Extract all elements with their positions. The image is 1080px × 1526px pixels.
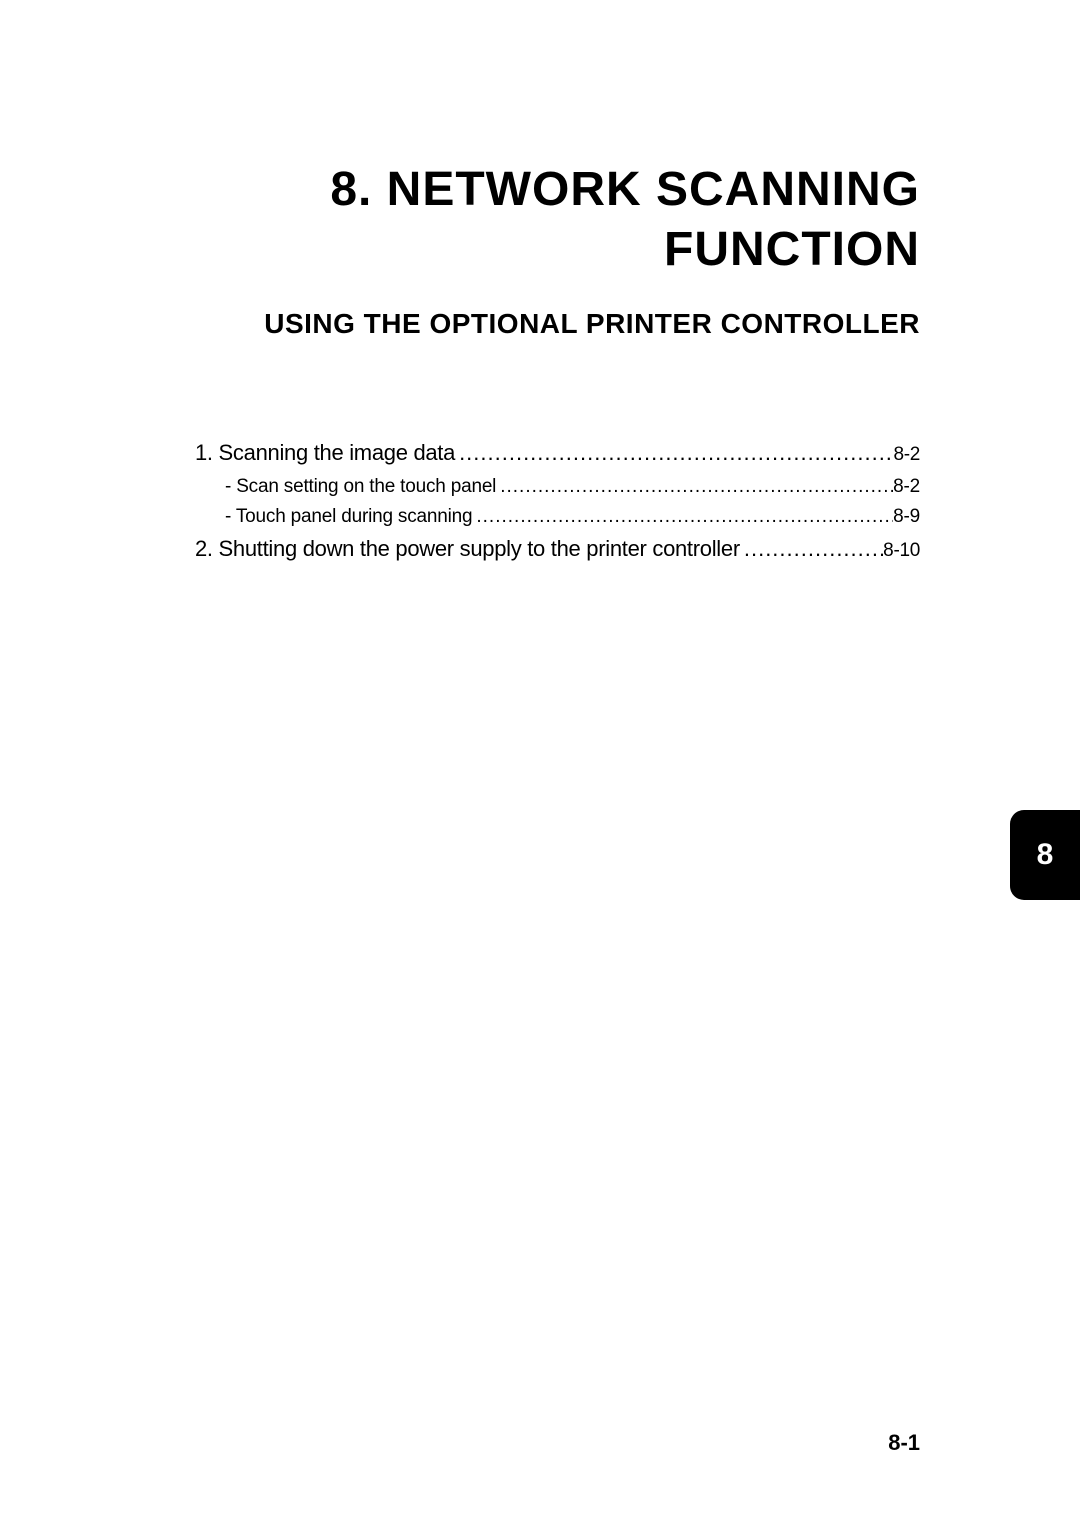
toc-subentry: - Touch panel during scanning 8-9 <box>195 506 920 528</box>
toc-label: 2. Shutting down the power supply to the… <box>195 536 740 562</box>
toc-leader-dots <box>496 476 893 498</box>
toc-leader-dots <box>472 506 893 528</box>
toc-page: 8-10 <box>883 540 920 562</box>
page-number: 8-1 <box>888 1430 920 1456</box>
toc-entry: 1. Scanning the image data 8-2 <box>195 440 920 466</box>
chapter-title: 8. NETWORK SCANNING FUNCTION <box>160 160 920 280</box>
toc-label: - Touch panel during scanning <box>225 506 472 528</box>
chapter-tab: 8 <box>1010 810 1080 900</box>
table-of-contents: 1. Scanning the image data 8-2 - Scan se… <box>160 440 920 562</box>
toc-label: - Scan setting on the touch panel <box>225 476 496 498</box>
toc-leader-dots <box>455 440 893 466</box>
toc-entry: 2. Shutting down the power supply to the… <box>195 536 920 562</box>
toc-leader-dots <box>740 536 883 562</box>
toc-page: 8-9 <box>893 506 920 528</box>
toc-label: 1. Scanning the image data <box>195 440 455 466</box>
chapter-subtitle: USING THE OPTIONAL PRINTER CONTROLLER <box>160 308 920 340</box>
toc-page: 8-2 <box>893 444 920 466</box>
toc-subentry: - Scan setting on the touch panel 8-2 <box>195 476 920 498</box>
toc-page: 8-2 <box>893 476 920 498</box>
